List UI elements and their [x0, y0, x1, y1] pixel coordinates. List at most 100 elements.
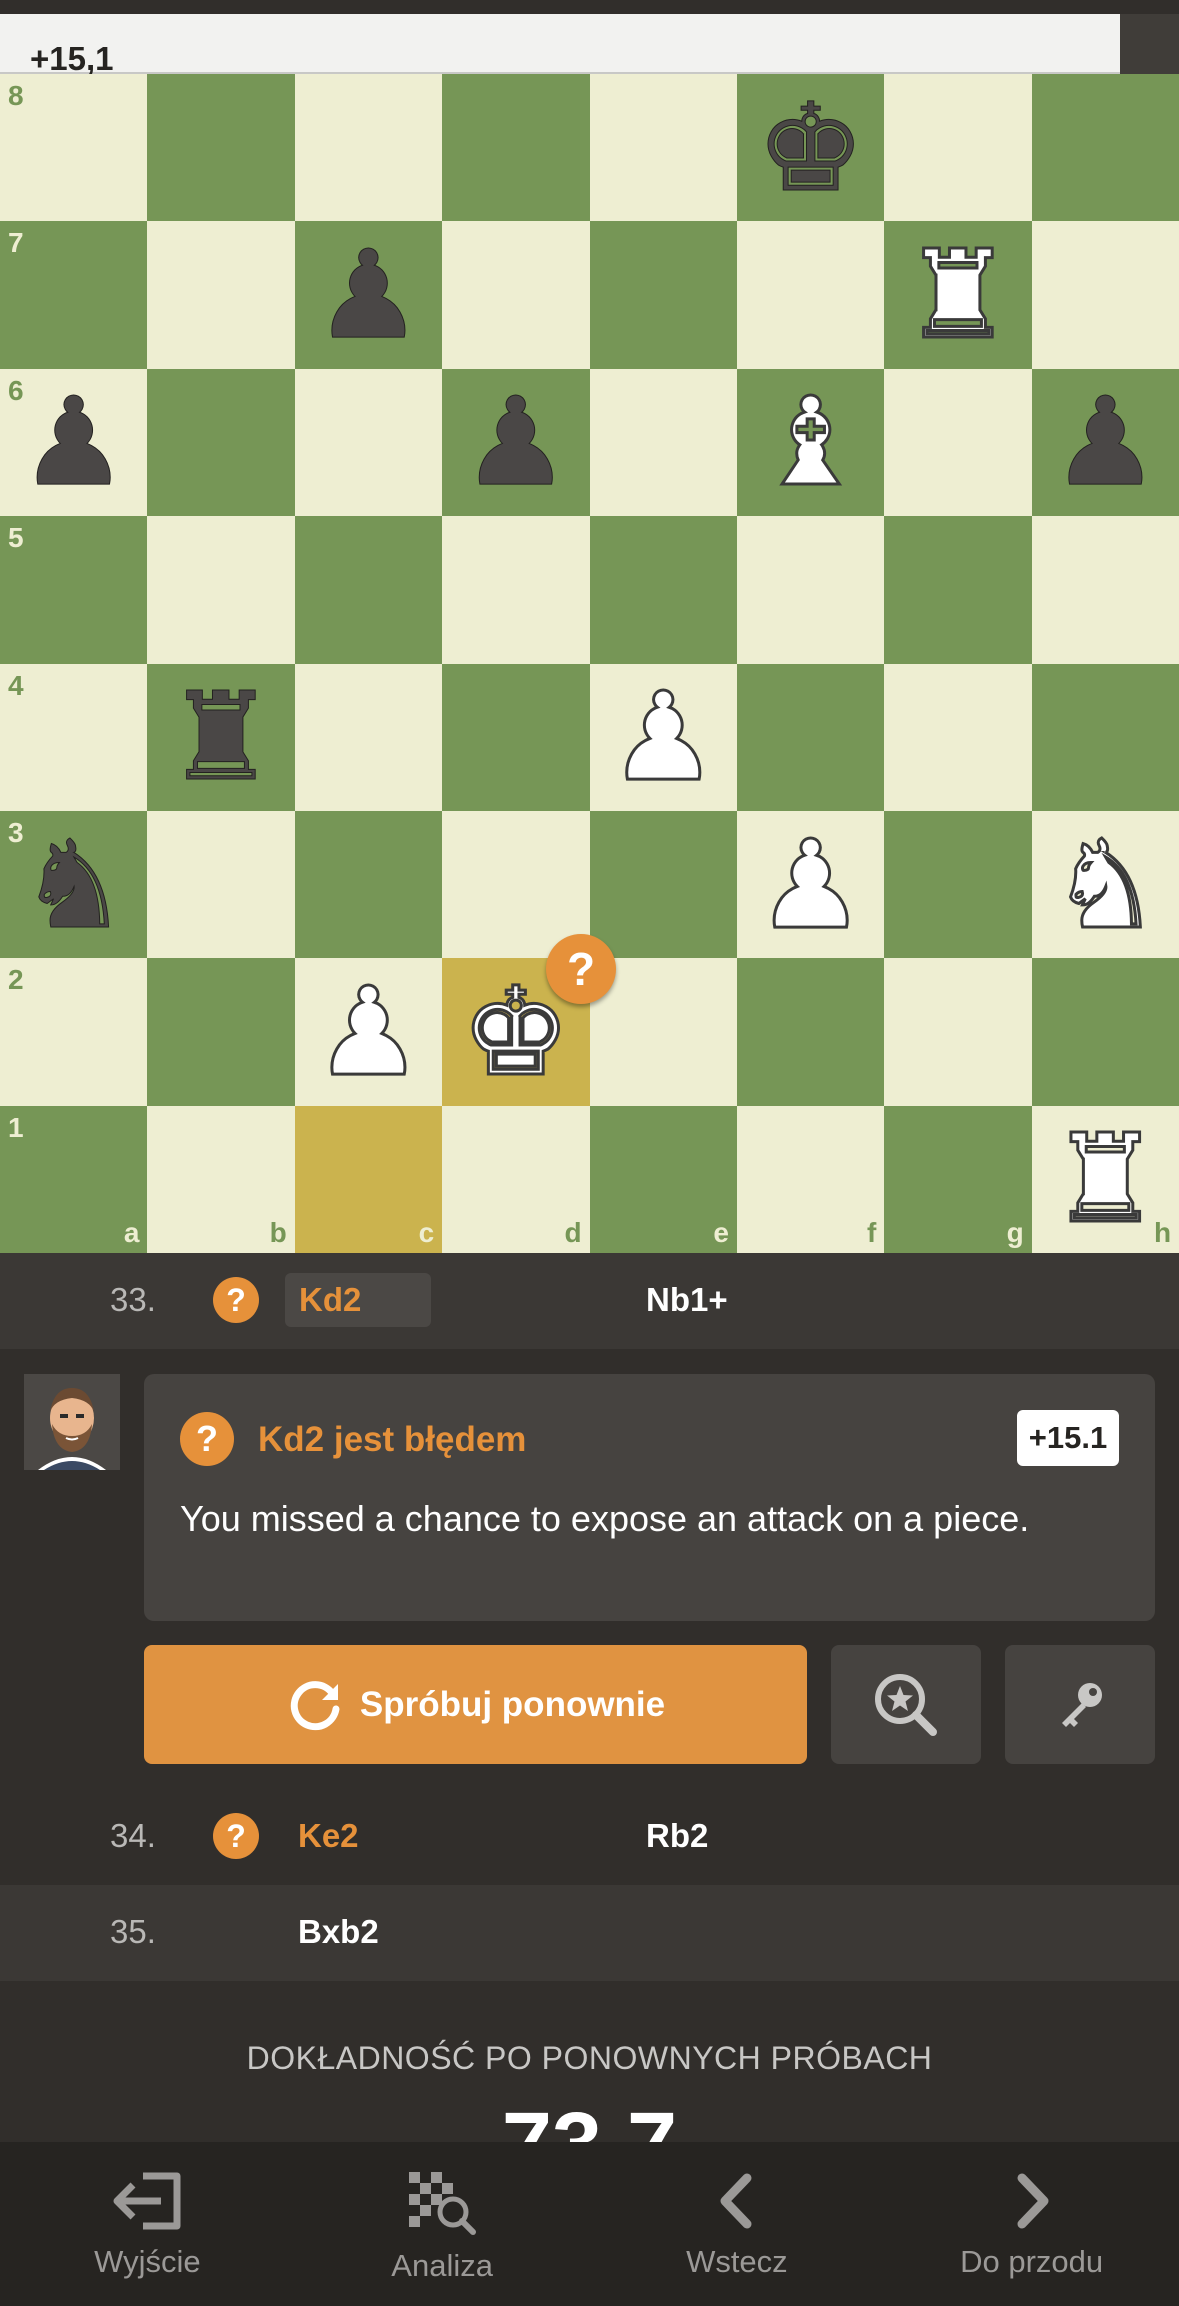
square-d5[interactable]: [442, 516, 590, 664]
square-h1[interactable]: h ♜: [1031, 1105, 1179, 1254]
nav-forward[interactable]: Do przodu: [884, 2142, 1179, 2306]
black-piece-d6[interactable]: ♟: [461, 381, 571, 504]
square-h2[interactable]: [1031, 958, 1179, 1106]
solution-button[interactable]: [1005, 1645, 1155, 1764]
square-f4[interactable]: [736, 663, 885, 811]
square-d1[interactable]: d: [442, 1105, 590, 1254]
hint-button[interactable]: [831, 1645, 981, 1764]
square-b7[interactable]: [147, 221, 295, 369]
square-f7[interactable]: [736, 221, 885, 369]
square-h4[interactable]: [1031, 663, 1179, 811]
square-f1[interactable]: f: [736, 1105, 885, 1254]
white-piece-g7[interactable]: ♜: [902, 233, 1014, 358]
square-c2[interactable]: ♟: [294, 958, 443, 1106]
square-g8[interactable]: [884, 74, 1032, 222]
retry-button[interactable]: Spróbuj ponownie: [144, 1645, 807, 1764]
file-label: c: [418, 1217, 435, 1249]
square-b4[interactable]: ♜: [147, 663, 295, 811]
chess-board[interactable]: 8 ♚ 7 ♟ ♜ 6 ♟ ♟ ♝ ♟ 5 4 ♜ ♟ 3 ♞ ♟ ♞ 2 ♟ ♚ 1 a b c d e f g h ♜: [0, 74, 1179, 1254]
square-g7[interactable]: ♜: [884, 221, 1032, 369]
square-c4[interactable]: [294, 663, 443, 811]
square-h3[interactable]: ♞: [1031, 810, 1179, 959]
square-f3[interactable]: ♟: [736, 810, 885, 959]
square-b1[interactable]: b: [147, 1105, 295, 1254]
white-piece-e4[interactable]: ♟: [607, 675, 719, 800]
square-f8[interactable]: ♚: [736, 74, 885, 222]
square-c6[interactable]: [294, 368, 443, 517]
square-e6[interactable]: [589, 368, 737, 517]
square-a1[interactable]: 1a: [0, 1105, 148, 1254]
square-a8[interactable]: 8: [0, 74, 148, 222]
square-g5[interactable]: [884, 516, 1032, 664]
square-h8[interactable]: [1031, 74, 1179, 222]
square-f2[interactable]: [736, 958, 885, 1106]
square-d4[interactable]: [442, 663, 590, 811]
file-label: f: [867, 1217, 877, 1249]
square-b8[interactable]: [147, 74, 295, 222]
square-e8[interactable]: [589, 74, 737, 222]
nav-back[interactable]: Wstecz: [590, 2142, 885, 2306]
square-c5[interactable]: [294, 516, 443, 664]
square-a7[interactable]: 7: [0, 221, 148, 369]
black-piece-a3[interactable]: ♞: [18, 823, 128, 946]
square-a6[interactable]: 6 ♟: [0, 368, 148, 517]
square-g1[interactable]: g: [884, 1105, 1032, 1254]
square-e5[interactable]: [589, 516, 737, 664]
square-g4[interactable]: [884, 663, 1032, 811]
square-a5[interactable]: 5: [0, 516, 148, 664]
black-piece-f8[interactable]: ♚: [755, 86, 865, 209]
nav-exit[interactable]: Wyjście: [0, 2142, 295, 2306]
square-g3[interactable]: [884, 810, 1032, 959]
square-c3[interactable]: [294, 810, 443, 959]
white-piece-f6[interactable]: ♝: [754, 380, 866, 505]
white-piece-h3[interactable]: ♞: [1049, 822, 1161, 947]
rank-label: 3: [8, 816, 24, 848]
square-a4[interactable]: 4: [0, 663, 148, 811]
rank-label: 7: [8, 227, 24, 259]
black-piece-h6[interactable]: ♟: [1050, 381, 1160, 504]
square-a3[interactable]: 3 ♞: [0, 810, 148, 959]
square-c1[interactable]: c: [294, 1105, 443, 1254]
square-c7[interactable]: ♟: [294, 221, 443, 369]
white-piece-c2[interactable]: ♟: [312, 970, 424, 1095]
mistake-badge: ?: [546, 934, 616, 1004]
rank-label: 4: [8, 669, 24, 701]
black-piece-c7[interactable]: ♟: [313, 234, 423, 357]
move-row-33[interactable]: 33. ? Kd2 Nb1+: [0, 1253, 1179, 1349]
square-h7[interactable]: [1031, 221, 1179, 369]
square-g2[interactable]: [884, 958, 1032, 1106]
white-move[interactable]: Bxb2: [298, 1913, 379, 1951]
square-d6[interactable]: ♟: [442, 368, 590, 517]
square-h5[interactable]: [1031, 516, 1179, 664]
nav-analysis[interactable]: Analiza: [295, 2142, 590, 2306]
square-f6[interactable]: ♝: [736, 368, 885, 517]
square-e7[interactable]: [589, 221, 737, 369]
square-b5[interactable]: [147, 516, 295, 664]
white-piece-f3[interactable]: ♟: [754, 822, 866, 947]
square-e4[interactable]: ♟: [589, 663, 737, 811]
square-a2[interactable]: 2: [0, 958, 148, 1106]
black-move[interactable]: Rb2: [646, 1817, 708, 1855]
square-h6[interactable]: ♟: [1031, 368, 1179, 517]
square-d8[interactable]: [442, 74, 590, 222]
move-row-34[interactable]: 34. ? Ke2 Rb2: [0, 1789, 1179, 1885]
square-g6[interactable]: [884, 368, 1032, 517]
black-move[interactable]: Nb1+: [646, 1281, 728, 1319]
white-move[interactable]: Ke2: [298, 1817, 359, 1855]
square-f5[interactable]: [736, 516, 885, 664]
file-label: b: [269, 1217, 287, 1249]
white-move[interactable]: Kd2: [285, 1273, 431, 1327]
square-e3[interactable]: [589, 810, 737, 959]
key-icon: [1062, 1682, 1102, 1727]
square-b2[interactable]: [147, 958, 295, 1106]
black-piece-a6[interactable]: ♟: [18, 381, 128, 504]
nav-label: Wstecz: [686, 2244, 788, 2279]
white-piece-h1[interactable]: ♜: [1049, 1117, 1161, 1242]
black-piece-b4[interactable]: ♜: [166, 676, 276, 799]
square-d7[interactable]: [442, 221, 590, 369]
square-b6[interactable]: [147, 368, 295, 517]
move-row-35[interactable]: 35. Bxb2: [0, 1885, 1179, 1981]
square-c8[interactable]: [294, 74, 443, 222]
square-b3[interactable]: [147, 810, 295, 959]
square-e1[interactable]: e: [589, 1105, 737, 1254]
